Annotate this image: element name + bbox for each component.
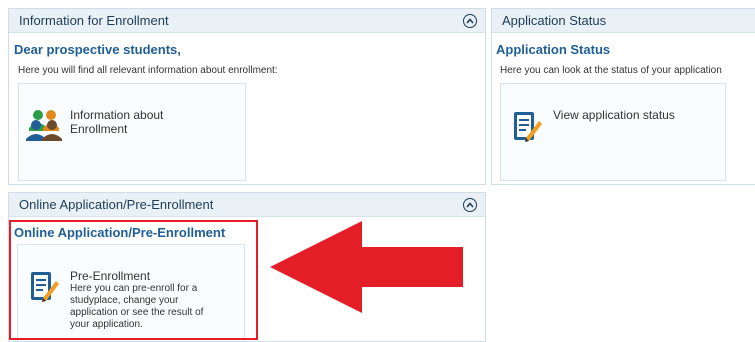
- panel-header: Information for Enrollment: [9, 9, 485, 33]
- panel-header: Online Application/Pre-Enrollment: [9, 193, 485, 217]
- section-subtitle: Dear prospective students,: [14, 42, 181, 57]
- panel-title: Application Status: [502, 13, 607, 28]
- edit-document-icon: [30, 270, 60, 309]
- enrollment-info-panel: Information for Enrollment Dear prospect…: [8, 8, 486, 185]
- section-subtitle: Application Status: [496, 42, 611, 57]
- collapse-icon[interactable]: [463, 197, 477, 212]
- people-icon: [25, 108, 63, 147]
- pointer-arrow: [270, 221, 463, 313]
- section-subtitle: Online Application/Pre-Enrollment: [14, 225, 226, 240]
- tile-description-line: Here you can pre-enroll for a: [70, 283, 198, 294]
- edit-document-icon: [513, 110, 543, 149]
- enrollment-info-tile[interactable]: Information about Enrollment: [18, 83, 246, 181]
- application-status-panel: Application Status Application Status He…: [491, 8, 755, 185]
- panel-title: Information for Enrollment: [19, 13, 169, 28]
- panel-title: Online Application/Pre-Enrollment: [19, 197, 214, 212]
- collapse-icon[interactable]: [463, 13, 477, 28]
- panel-header: Application Status: [492, 9, 755, 33]
- tile-description-line: studyplace, change your: [70, 295, 179, 306]
- section-description: Here you can look at the status of your …: [500, 65, 722, 76]
- tile-label-line1: Information about: [70, 108, 164, 122]
- tile-label: Pre-Enrollment: [70, 269, 151, 283]
- section-description: Here you will find all relevant informat…: [18, 65, 278, 76]
- tile-description-line: your application.: [70, 319, 143, 330]
- view-application-status-tile[interactable]: View application status: [500, 83, 726, 181]
- tile-label: View application status: [553, 108, 675, 122]
- tile-description-line: application or see the result of: [70, 307, 204, 318]
- tile-label-line2: Enrollment: [70, 122, 128, 136]
- pre-enrollment-tile[interactable]: Pre-Enrollment Here you can pre-enroll f…: [17, 244, 245, 341]
